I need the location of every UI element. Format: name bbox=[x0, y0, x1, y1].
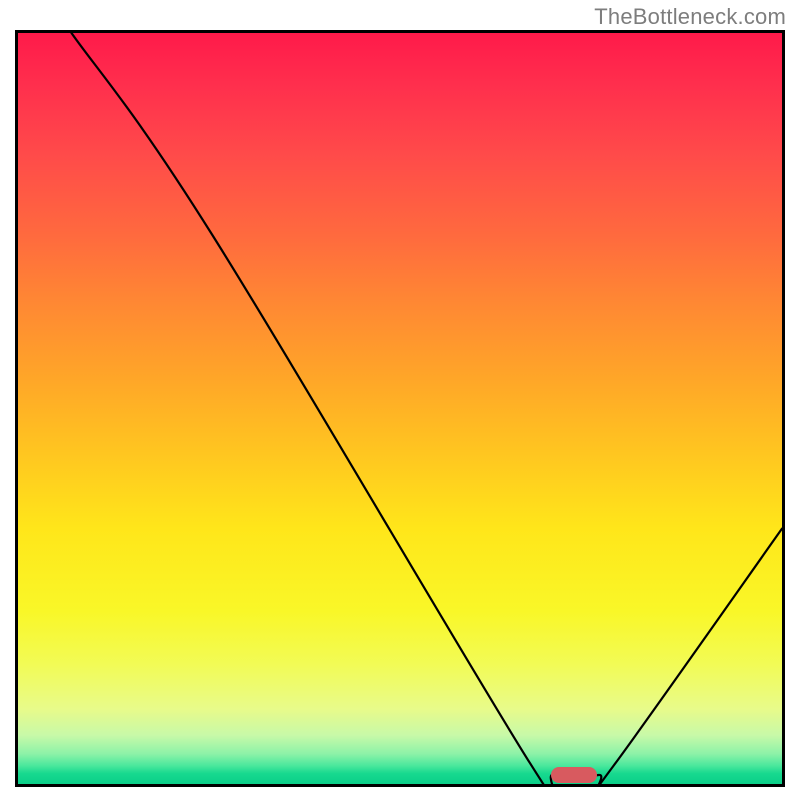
bottleneck-curve bbox=[71, 33, 782, 784]
bottleneck-curve-svg bbox=[18, 33, 782, 784]
attribution-text: TheBottleneck.com bbox=[594, 4, 786, 30]
plot-frame bbox=[15, 30, 785, 787]
optimal-point-marker bbox=[551, 767, 597, 783]
